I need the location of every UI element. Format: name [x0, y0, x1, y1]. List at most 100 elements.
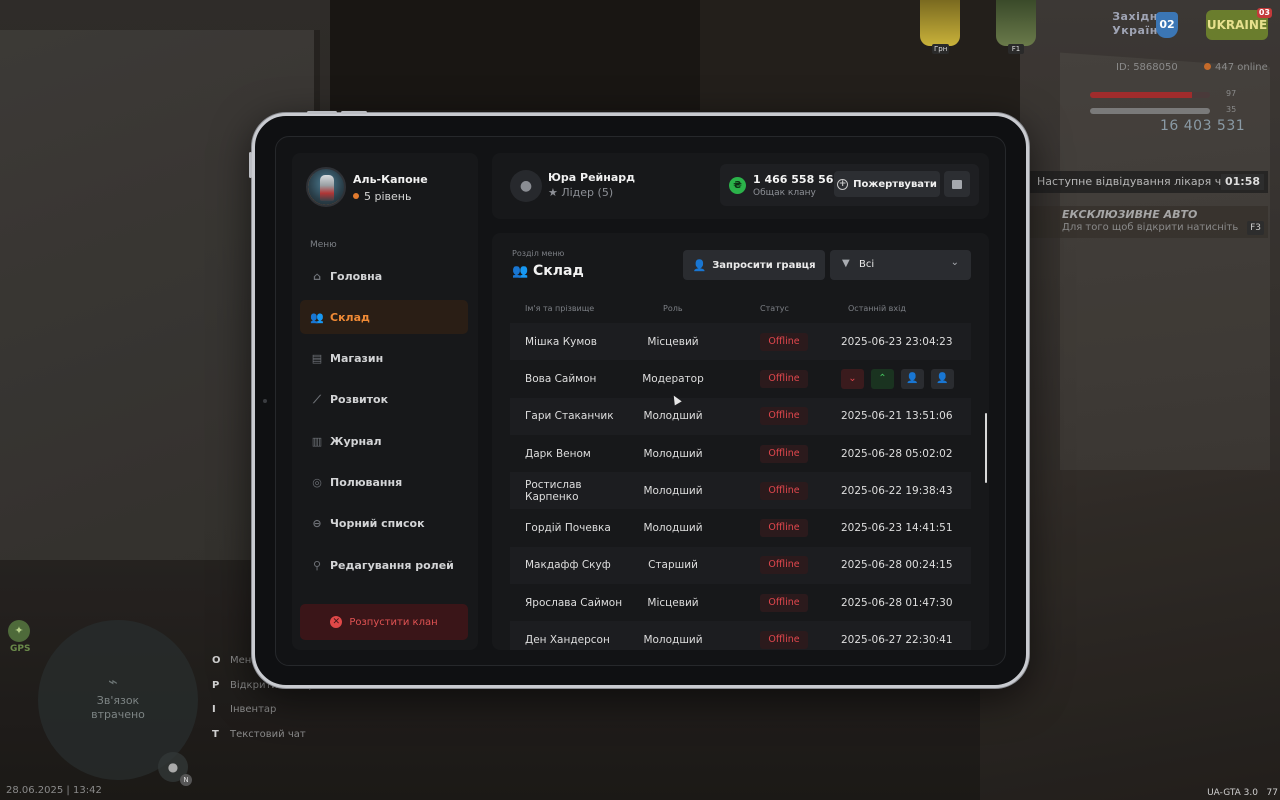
- scrollbar[interactable]: [985, 413, 987, 483]
- sidebar-item-label: Склад: [330, 310, 370, 324]
- vehicle-key: F1: [1008, 44, 1024, 54]
- table-row[interactable]: Мішка Кумов Місцевий Offline 2025-06-23 23:…: [510, 323, 971, 361]
- last-login: 2025-06-28 05:02:02: [841, 447, 953, 460]
- hotkey-item: I Інвентар: [212, 704, 327, 729]
- health-bar: [1090, 92, 1210, 98]
- sidebar-item[interactable]: ⌂ Головна: [300, 259, 468, 293]
- kick-button[interactable]: 👤: [931, 368, 954, 389]
- signal-lost-line: втрачено: [91, 708, 145, 721]
- column-header-role: Роль: [663, 304, 683, 313]
- sidebar-item[interactable]: ⚲ Редагування ролей: [300, 548, 468, 582]
- status-badge: Offline: [760, 593, 808, 612]
- vehicle-slot: F1: [996, 0, 1036, 54]
- profile-button[interactable]: 👤: [901, 368, 924, 389]
- logo-text: UKRAINE: [1206, 18, 1268, 32]
- member-name: Ростислав Карпенко: [525, 478, 582, 503]
- sidebar-item-label: Чорний список: [330, 517, 425, 531]
- user-icon: ●: [510, 170, 542, 202]
- online-counter: 447 online: [1204, 62, 1268, 73]
- section-caption: Розділ меню: [512, 249, 565, 258]
- mic-key: N: [180, 774, 192, 786]
- table-row[interactable]: Гордій Почевка Молодший Offline 2025-06-23 …: [510, 509, 971, 546]
- promote-icon: ⌃: [878, 373, 887, 385]
- server-logo: UKRAINE 03: [1206, 8, 1272, 40]
- close-icon: ✕: [330, 616, 343, 628]
- members-panel: Розділ меню 👥 Склад 👤 Запросити гравця ▼ Вс…: [492, 233, 989, 650]
- hotkey-item: T Текстовий чат: [212, 729, 327, 754]
- sidebar-item-label: Магазин: [330, 352, 384, 366]
- table-row[interactable]: Дарк Веном Молодший Offline 2025-06-28 05:0…: [510, 435, 971, 472]
- disband-clan-button[interactable]: ✕ Розпустити клан: [300, 604, 468, 640]
- plus-circle-icon: +: [837, 178, 849, 190]
- members-icon: 👥: [310, 310, 324, 324]
- coin-icon: ₴: [729, 177, 746, 194]
- table-row[interactable]: Ростислав Карпенко Молодший Offline 2025-06…: [510, 472, 971, 510]
- kick-icon: 👤: [936, 373, 949, 385]
- profile-icon: 👤: [906, 373, 919, 385]
- status-badge: Offline: [760, 481, 808, 500]
- member-name: Вова Саймон: [525, 372, 597, 385]
- status-badge: Offline: [760, 332, 808, 351]
- member-name: Макдафф Скуф: [525, 559, 611, 572]
- member-role: Модератор: [642, 372, 704, 385]
- leader-name: Юра Рейнард: [548, 171, 636, 184]
- shop-icon: ▤: [311, 352, 323, 366]
- player-id: ID: 5868050: [1116, 62, 1178, 73]
- table-row[interactable]: Ден Хандерсон Молодший Offline 2025-06-27 2…: [510, 621, 971, 650]
- role-filter-select[interactable]: ▼ Всі ⌄: [830, 250, 971, 280]
- column-header-last-login: Останній вхід: [848, 304, 906, 313]
- sidebar-item[interactable]: ⟋ Розвиток: [300, 383, 468, 417]
- member-role: Молодший: [643, 522, 703, 535]
- sidebar-item[interactable]: ▥ Журнал: [300, 424, 468, 458]
- member-name: Ярослава Саймон: [525, 596, 623, 609]
- promote-button[interactable]: ⌃: [871, 368, 894, 389]
- member-role: Місцевий: [647, 596, 699, 609]
- table-row[interactable]: Гари Стаканчик Молодший Offline 2025-06-21 …: [510, 397, 971, 435]
- treasury-history-button[interactable]: [944, 171, 970, 197]
- hotkey-key: T: [212, 728, 219, 740]
- table-row[interactable]: Ярослава Саймон Місцевий Offline 2025-06-28…: [510, 584, 971, 621]
- sidebar-item[interactable]: ◎ Полювання: [300, 465, 468, 499]
- signal-lost-line: Зв'язок: [96, 694, 140, 707]
- member-name: Гари Стаканчик: [525, 410, 614, 423]
- clan-level: 5 рівень: [353, 190, 411, 203]
- treasury-label: Общак клану: [753, 188, 816, 198]
- blacklist-icon: ⊖: [312, 517, 322, 531]
- home-icon: ⌂: [313, 269, 321, 283]
- notice-text: Наступне відвідування лікаря через: [1037, 175, 1248, 188]
- table-header: Ім'я та прізвище Роль Статус Останній вх…: [510, 301, 971, 319]
- doctor-notice: Наступне відвідування лікаря через 01:58: [1030, 171, 1268, 193]
- sidebar-item[interactable]: ⊖ Чорний список: [300, 507, 468, 541]
- member-role: Старший: [648, 559, 698, 572]
- member-role: Молодший: [643, 634, 703, 647]
- filter-value: Всі: [859, 259, 875, 270]
- status-badge: Offline: [760, 631, 808, 650]
- invite-player-button[interactable]: 👤 Запросити гравця: [683, 250, 825, 280]
- sidebar-item[interactable]: 👥 Склад: [300, 300, 468, 335]
- game-version: UA-GTA 3.0: [1207, 788, 1258, 798]
- member-role: Місцевий: [647, 335, 699, 348]
- journal-icon: ▥: [311, 434, 323, 448]
- user-edit-icon: ⚲: [312, 558, 322, 572]
- online-dot-icon: [1204, 63, 1211, 70]
- health-value: 97: [1226, 89, 1237, 98]
- member-name: Гордій Почевка: [525, 522, 611, 535]
- demote-button[interactable]: ⌄: [841, 368, 864, 389]
- sidebar-menu: ⌂ Головна 👥 Склад ▤ Магазин ⟋ Розвиток ▥ Журнал ◎ П…: [300, 259, 468, 589]
- sidebar-item[interactable]: ▤ Магазин: [300, 342, 468, 376]
- disband-label: Розпустити клан: [349, 616, 438, 628]
- region-badge: 02: [1156, 12, 1178, 38]
- table-row[interactable]: Вова Саймон Модератор Offline ⌄ ⌃ 👤 👤: [510, 360, 971, 397]
- hotkey-label: Інвентар: [230, 704, 277, 715]
- banner-key: F3: [1247, 221, 1264, 235]
- sidebar-item-label: Розвиток: [330, 393, 389, 407]
- column-header-name: Ім'я та прізвище: [525, 304, 595, 313]
- star-icon: ★: [548, 186, 562, 199]
- leader-role-text: Лідер (5): [561, 186, 614, 199]
- table-row[interactable]: Макдафф Скуф Старший Offline 2025-06-28 00:…: [510, 546, 971, 585]
- last-login: 2025-06-23 23:04:23: [841, 335, 953, 348]
- banner-title: ЕКСКЛЮЗИВНЕ АВТО: [1062, 208, 1198, 221]
- member-role: Молодший: [643, 484, 703, 497]
- donate-button[interactable]: + Пожертвувати: [834, 171, 940, 197]
- tablet-button: [307, 111, 337, 114]
